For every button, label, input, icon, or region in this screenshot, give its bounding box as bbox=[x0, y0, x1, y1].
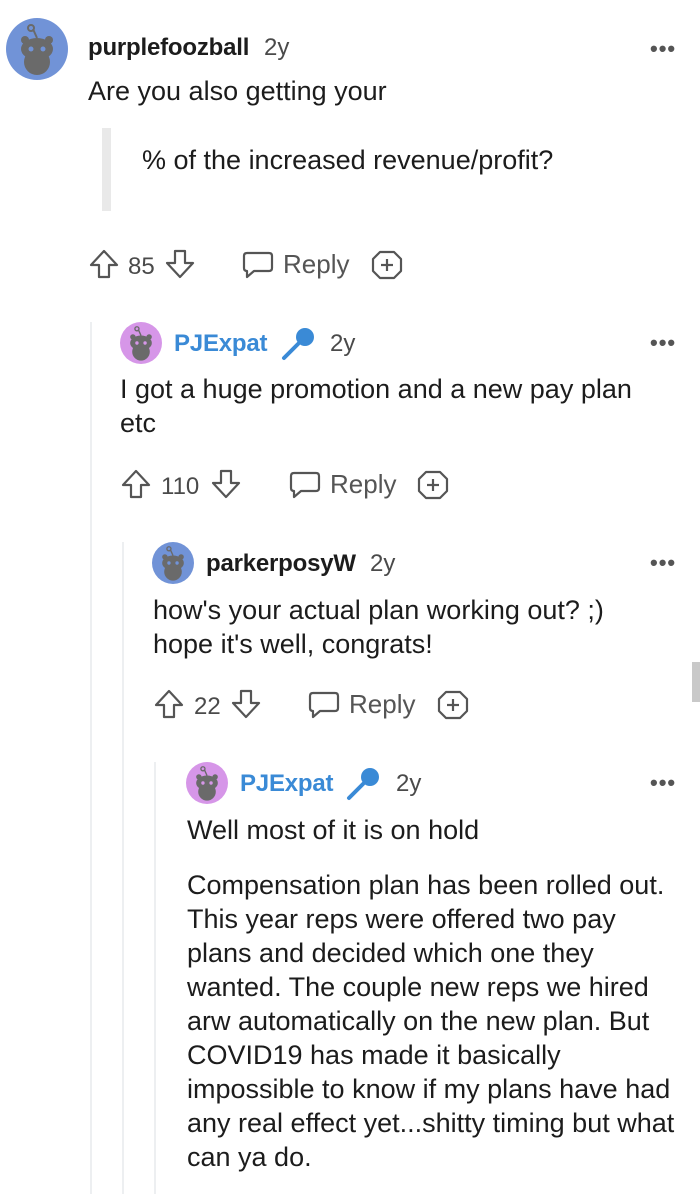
microphone-icon bbox=[345, 764, 383, 802]
reply-label: Reply bbox=[349, 689, 416, 719]
comment-age: 2y bbox=[396, 770, 422, 797]
comment-age: 2y bbox=[330, 330, 356, 357]
vote-count: 85 bbox=[128, 253, 155, 280]
chat-bubble-icon bbox=[289, 471, 321, 499]
more-options-button[interactable]: ••• bbox=[650, 772, 676, 794]
comment-age: 2y bbox=[370, 550, 396, 577]
avatar[interactable] bbox=[186, 762, 228, 804]
vote-count: 22 bbox=[194, 693, 221, 720]
upvote-icon[interactable] bbox=[153, 688, 185, 720]
reply-button[interactable]: Reply bbox=[307, 688, 417, 722]
username[interactable]: parkerposyW bbox=[206, 550, 356, 578]
thread-line-level-1[interactable] bbox=[90, 322, 92, 1194]
award-icon[interactable] bbox=[416, 468, 450, 502]
vote-count: 110 bbox=[161, 473, 200, 500]
snoo-avatar-icon bbox=[162, 546, 184, 581]
username[interactable]: PJExpat bbox=[174, 330, 268, 358]
upvote-icon[interactable] bbox=[120, 468, 152, 500]
snoo-avatar-icon bbox=[21, 24, 53, 75]
blockquote-text: % of the increased revenue/profit? bbox=[142, 145, 554, 175]
comment-age: 2y bbox=[264, 34, 290, 61]
comment-body: how's your actual plan working out? ;) h… bbox=[153, 595, 604, 659]
snoo-avatar-icon bbox=[130, 326, 152, 361]
chat-bubble-icon bbox=[308, 691, 340, 719]
award-icon[interactable] bbox=[436, 688, 470, 722]
upvote-icon[interactable] bbox=[88, 248, 120, 280]
reply-label: Reply bbox=[330, 469, 397, 499]
more-options-button[interactable]: ••• bbox=[650, 332, 676, 354]
avatar[interactable] bbox=[6, 18, 68, 80]
more-options-button[interactable]: ••• bbox=[650, 38, 676, 60]
downvote-icon[interactable] bbox=[210, 468, 242, 500]
reply-label: Reply bbox=[283, 249, 350, 279]
snoo-avatar-icon bbox=[196, 766, 218, 801]
downvote-icon[interactable] bbox=[230, 688, 262, 720]
username[interactable]: PJExpat bbox=[240, 770, 334, 798]
reply-button[interactable]: Reply bbox=[241, 248, 351, 282]
comment-body: Well most of it is on hold bbox=[187, 815, 480, 845]
comment-body: I got a huge promotion and a new pay pla… bbox=[120, 374, 632, 438]
comment-body: Are you also getting your bbox=[88, 76, 387, 106]
reply-button[interactable]: Reply bbox=[288, 468, 398, 502]
avatar[interactable] bbox=[152, 542, 194, 584]
award-icon[interactable] bbox=[370, 248, 404, 282]
scrollbar-thumb[interactable] bbox=[692, 662, 700, 702]
thread-line-level-3[interactable] bbox=[154, 762, 156, 1194]
comment-body-paragraph-2: Compensation plan has been rolled out. T… bbox=[187, 870, 675, 1172]
avatar[interactable] bbox=[120, 322, 162, 364]
downvote-icon[interactable] bbox=[164, 248, 196, 280]
microphone-icon bbox=[280, 324, 318, 362]
thread-line-level-2[interactable] bbox=[122, 542, 124, 1194]
chat-bubble-icon bbox=[242, 251, 274, 279]
blockquote-bar bbox=[102, 128, 111, 211]
username[interactable]: purplefoozball bbox=[88, 34, 249, 62]
more-options-button[interactable]: ••• bbox=[650, 552, 676, 574]
